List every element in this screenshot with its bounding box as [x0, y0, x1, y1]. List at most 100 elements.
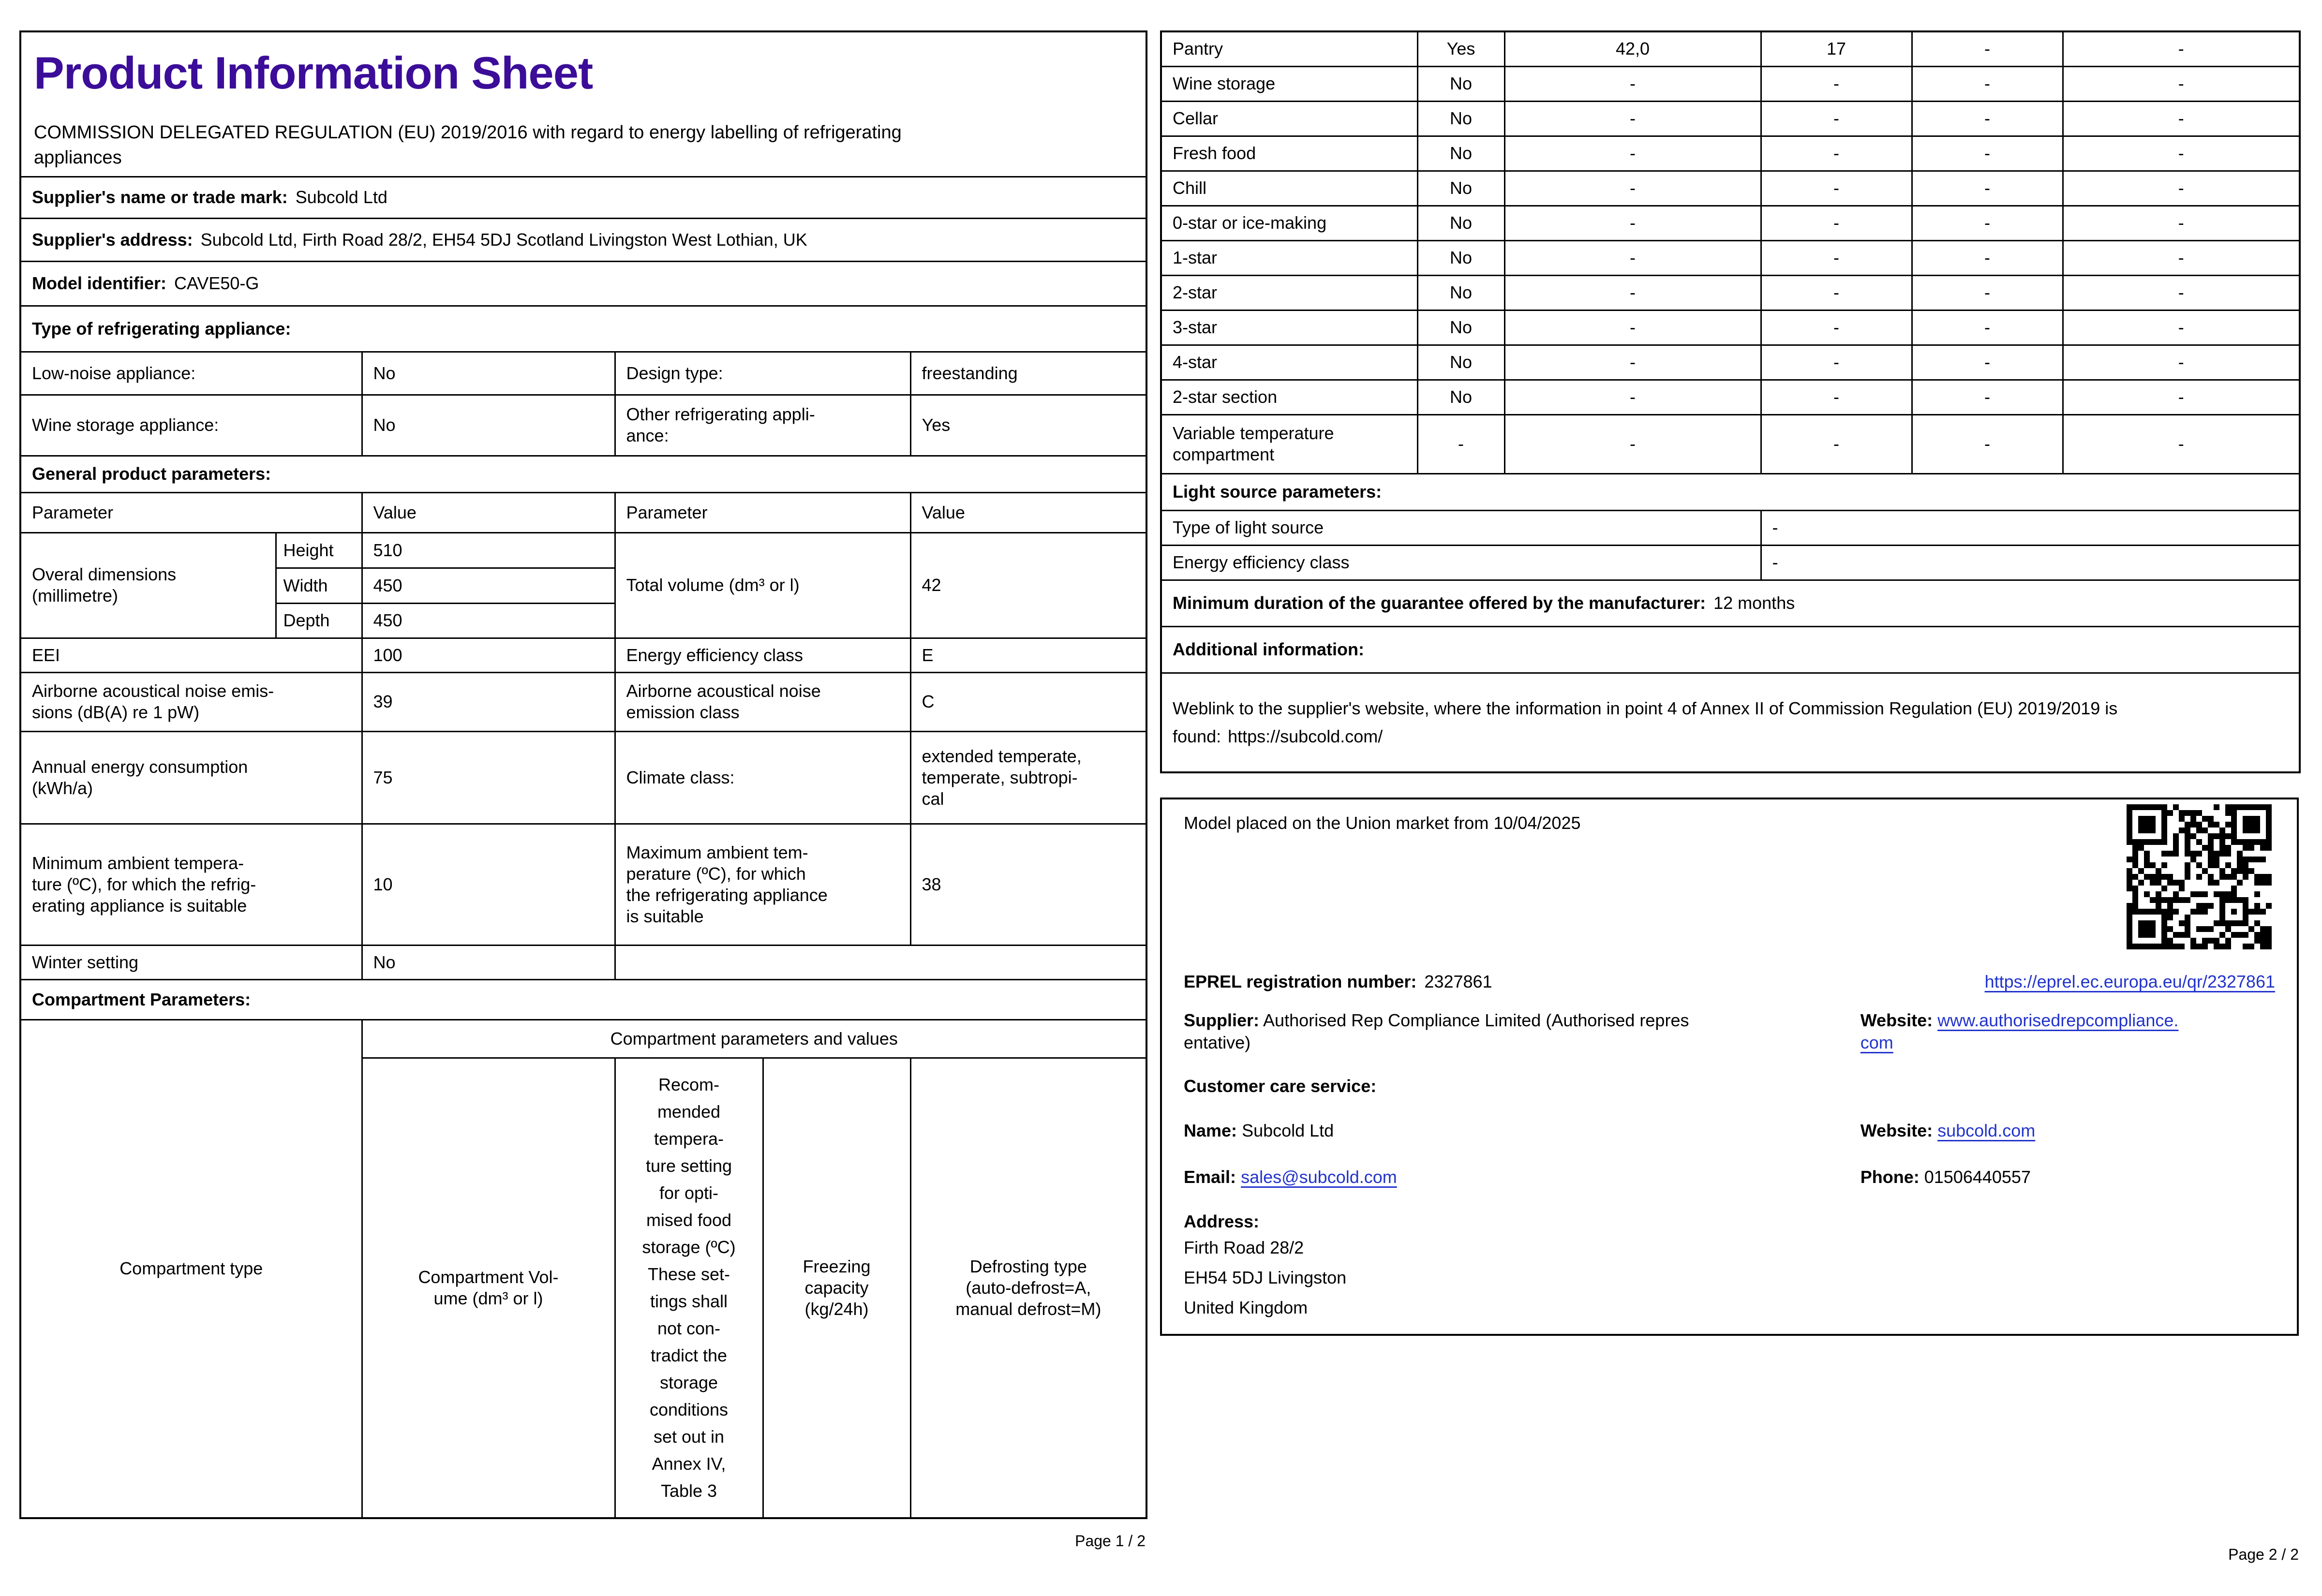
table-row: Winter setting No [19, 944, 1147, 980]
table-row: Wine storage appliance: No Other refrige… [19, 394, 1147, 457]
table-cell: Other refrigerating appli- ance: [614, 394, 911, 457]
column-header: Value [909, 491, 1147, 533]
supplier-info: Supplier: Authorised Rep Compliance Limi… [1184, 1009, 1861, 1054]
table-cell: 42,0 [1503, 30, 1762, 67]
light-source-heading: Light source parameters: [1160, 473, 2301, 511]
table-cell: - [1760, 309, 1913, 346]
table-row: Cellar No - - - - [1160, 100, 2301, 137]
defrosting-header: Defrosting type (auto-defrost=A, manual … [909, 1057, 1147, 1519]
customer-care-heading: Customer care service: [1184, 1076, 1377, 1096]
address-label: Address: [1184, 1212, 1260, 1231]
temperature-header: Recom- mended tempera- ture setting for … [614, 1057, 764, 1519]
table-cell: - [1503, 379, 1762, 415]
supplier-label: Supplier: [1184, 1010, 1260, 1030]
table-cell: EEI [19, 637, 363, 673]
address-block: Address: Firth Road 28/2 EH54 5DJ Living… [1184, 1211, 2275, 1323]
table-cell: - [1760, 379, 1913, 415]
compartment-type-header: Compartment type [19, 1019, 363, 1519]
table-cell: Airborne acoustical noise emis- sions (d… [19, 671, 363, 732]
name-label: Name: [1184, 1121, 1237, 1140]
total-volume-label: Total volume (dm³ or l) [614, 532, 911, 639]
email-link[interactable]: sales@subcold.com [1241, 1167, 1397, 1187]
care-website-link[interactable]: subcold.com [1937, 1121, 2035, 1140]
table-row: EEI 100 Energy efficiency class E [19, 637, 1147, 673]
table-cell: - [1911, 414, 2064, 474]
care-name-row: Name: Subcold Ltd Website: subcold.com [1184, 1120, 2275, 1142]
table-row: Compartment Parameters: [19, 978, 1147, 1020]
supplier-name-label: Supplier's name or trade mark: [32, 187, 288, 207]
table-cell: Airborne acoustical noise emission class [614, 671, 911, 732]
regulation-text: COMMISSION DELEGATED REGULATION (EU) 201… [34, 122, 902, 168]
column-header: Parameter [614, 491, 911, 533]
page-1: Product Information Sheet COMMISSION DEL… [19, 30, 1148, 1519]
table-cell: - [2062, 100, 2301, 137]
compartment-name: 4-star [1160, 344, 1418, 381]
eprel-row: EPREL registration number: 2327861 https:… [1184, 971, 2275, 993]
supplier-address-row: Supplier's address: Subcold Ltd, Firth Ro… [19, 217, 1147, 262]
supplier-website: Website: www.authorisedrepcompliance. co… [1861, 1009, 2275, 1054]
table-cell: - [1416, 414, 1505, 474]
care-email: Email: sales@subcold.com [1184, 1166, 1861, 1188]
compartment-name: 2-star section [1160, 379, 1418, 415]
compartment-heading: Compartment Parameters: [19, 978, 1147, 1020]
address-lines: Firth Road 28/2 EH54 5DJ Livingston Unit… [1184, 1238, 1347, 1317]
supplier-value: Authorised Rep Compliance Limited (Autho… [1184, 1010, 1689, 1052]
type-heading: Type of refrigerating appliance: [19, 305, 1147, 353]
email-label: Email: [1184, 1167, 1236, 1187]
guarantee-row: Minimum duration of the guarantee offere… [1160, 579, 2301, 627]
table-cell: - [1760, 65, 1913, 102]
table-cell: - [1760, 205, 1913, 241]
table-cell: - [1911, 344, 2064, 381]
table-row: Product Information Sheet COMMISSION DEL… [20, 31, 1146, 177]
guarantee-label: Minimum duration of the guarantee offere… [1173, 593, 1706, 613]
table-cell: - [2062, 239, 2301, 276]
supplier-address-value: Subcold Ltd, Firth Road 28/2, EH54 5DJ S… [200, 229, 807, 250]
eprel-label: EPREL registration number: [1184, 972, 1417, 991]
table-cell: 510 [361, 532, 616, 569]
table-row: Supplier's address: Subcold Ltd, Firth Ro… [19, 217, 1147, 262]
table-cell: Design type: [614, 351, 911, 396]
table-row: 3-star No - - - - [1160, 309, 2301, 346]
table-cell: No [1416, 309, 1505, 346]
table-cell: - [1911, 135, 2064, 172]
name-value: Subcold Ltd [1242, 1121, 1334, 1140]
table-cell: 38 [909, 823, 1147, 946]
table-row: General product parameters: [19, 455, 1147, 493]
table-cell: - [2062, 309, 2301, 346]
table-row: Type of light source - [1160, 509, 2301, 546]
table-cell: No [361, 394, 616, 457]
page-2: Pantry Yes 42,0 17- - Wine storage No - - - - Cel… [1160, 30, 2301, 1336]
market-info-box: Model placed on the Union market from 10… [1160, 798, 2299, 1336]
care-contact-row: Email: sales@subcold.com Phone: 01506440… [1184, 1166, 2275, 1188]
table-row: 0-star or ice-making No - - - - [1160, 205, 2301, 241]
light-source-type-label: Type of light source [1160, 509, 1762, 546]
table-cell: Yes [1416, 30, 1505, 67]
table-cell: No [1416, 135, 1505, 172]
table-cell: E [909, 637, 1147, 673]
table-row: Low-noise appliance: No Design type: fre… [19, 351, 1147, 396]
table-row: Weblink to the supplier's website, where… [1160, 672, 2301, 773]
page1-table: Product Information Sheet COMMISSION DEL… [19, 30, 1148, 1519]
table-cell: - [1911, 170, 2064, 207]
table-cell: Annual energy consumption (kWh/a) [19, 730, 363, 825]
table-cell: - [2062, 379, 2301, 415]
table-cell: - [2062, 170, 2301, 207]
column-header: Value [361, 491, 616, 533]
table-cell: No [1416, 379, 1505, 415]
table-cell: - [2062, 30, 2301, 67]
table-row: Additional information: [1160, 625, 2301, 674]
table-cell: Minimum ambient tempera- ture (ºC), for … [19, 823, 363, 946]
table-row: 2-star section No - - - - [1160, 379, 2301, 415]
compartment-name: 1-star [1160, 239, 1418, 276]
table-row: Pantry Yes 42,0 17- - [1160, 30, 2301, 67]
supplier-row: Supplier: Authorised Rep Compliance Limi… [1184, 1009, 2275, 1054]
eprel-link[interactable]: https://eprel.ec.europa.eu/qr/2327861 [1985, 971, 2275, 993]
table-cell: - [1503, 344, 1762, 381]
table-cell: - [1911, 379, 2064, 415]
page1-footer: Page 1 / 2 [1075, 1532, 1146, 1550]
table-cell: - [1760, 135, 1913, 172]
phone-value: 01506440557 [1924, 1167, 2031, 1187]
table-cell: - [1911, 65, 2064, 102]
guarantee-value: 12 months [1713, 593, 1795, 613]
table-row: Variable temperature compartment - - - - - [1160, 414, 2301, 474]
